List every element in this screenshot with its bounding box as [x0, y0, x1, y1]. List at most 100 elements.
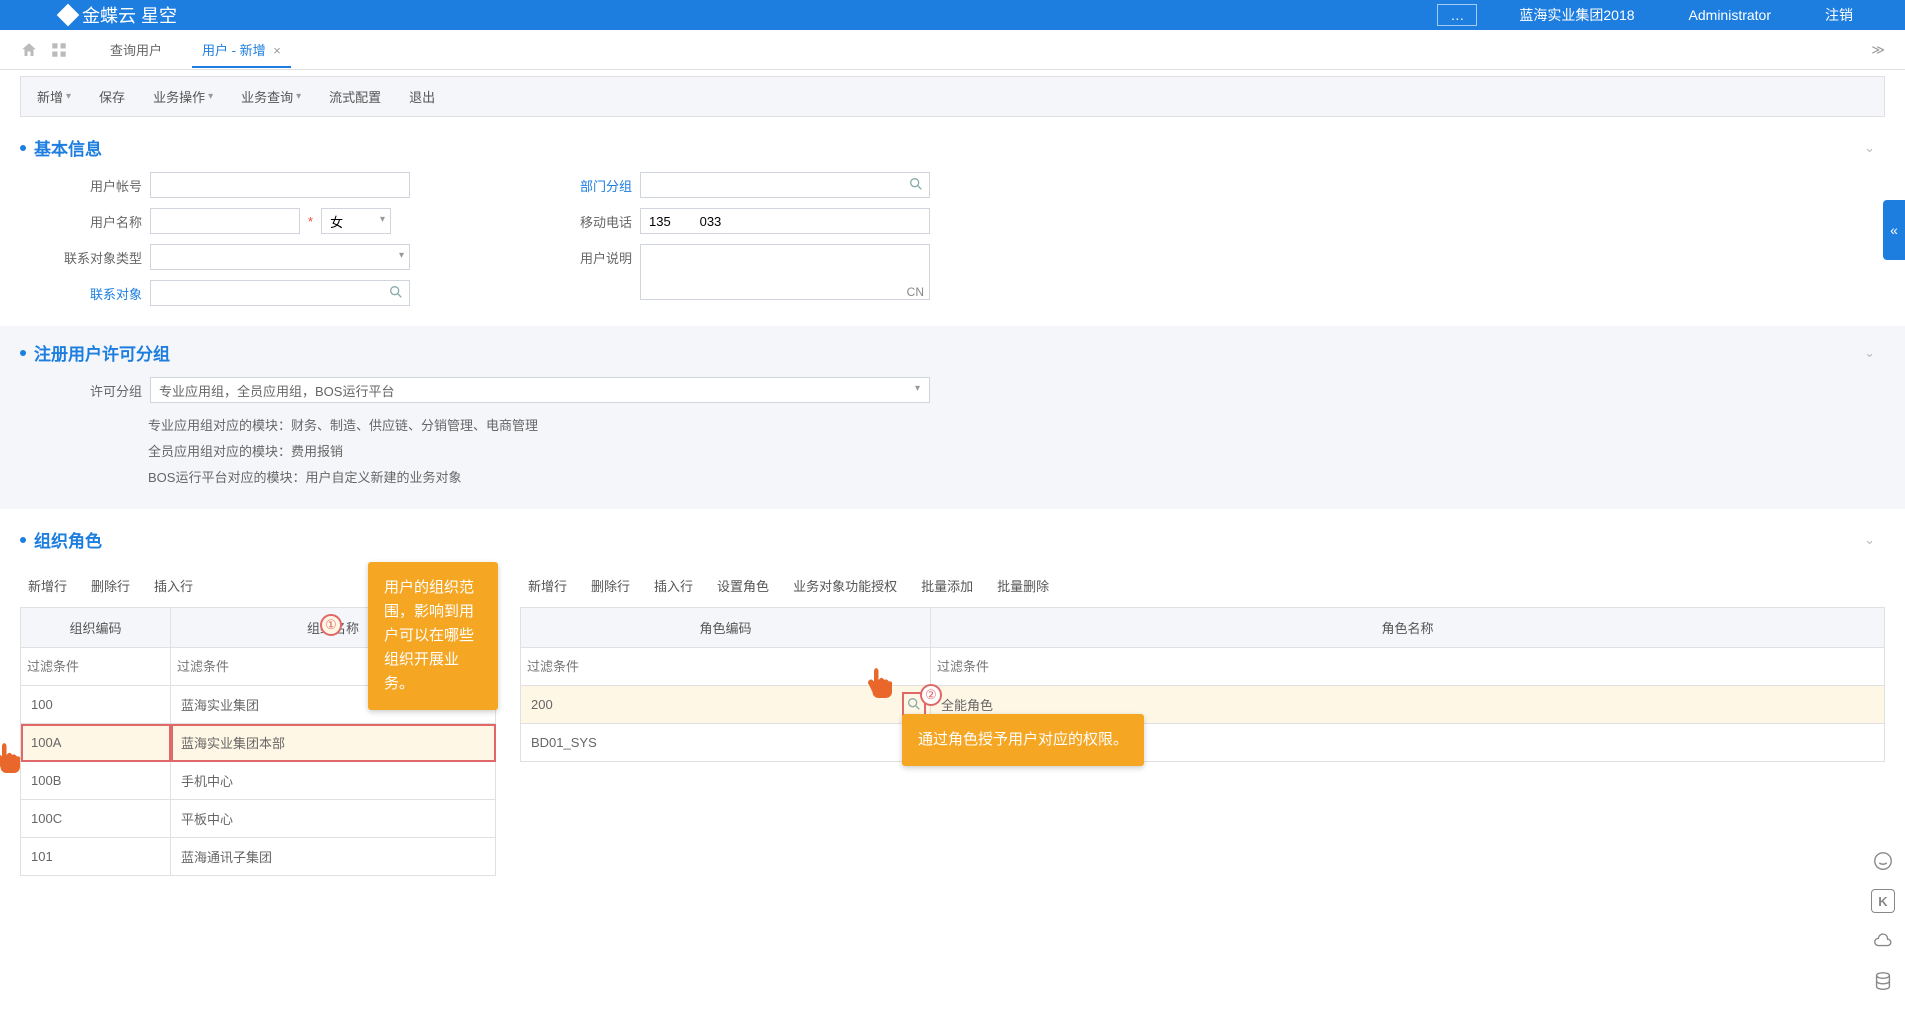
user-account-input[interactable]: [150, 172, 410, 198]
logo-icon: [57, 4, 80, 27]
tab-label: 用户 - 新增: [202, 43, 266, 58]
callout-num-1: ①: [320, 614, 342, 636]
add-button[interactable]: 新增▾: [37, 87, 71, 106]
table-row[interactable]: 101 蓝海通讯子集团: [21, 838, 496, 876]
search-icon[interactable]: [908, 176, 924, 192]
chevron-down-icon: ▾: [208, 91, 213, 102]
save-button[interactable]: 保存: [99, 87, 125, 106]
license-group-select[interactable]: [150, 377, 930, 403]
bullet-icon: [20, 145, 26, 151]
del-row-button[interactable]: 删除行: [91, 576, 130, 595]
hint-text: 全员应用组对应的模块：费用报销: [148, 439, 1885, 465]
banner-box-item[interactable]: …: [1437, 4, 1477, 26]
biz-auth-button[interactable]: 业务对象功能授权: [793, 576, 897, 595]
contact-obj-link[interactable]: 联系对象: [60, 284, 142, 303]
apps-icon[interactable]: [50, 41, 68, 59]
mobile-input[interactable]: [640, 208, 930, 234]
collapse-icon[interactable]: ⌄: [1864, 345, 1875, 361]
user-menu[interactable]: Administrator: [1677, 5, 1783, 25]
biz-op-button[interactable]: 业务操作▾: [153, 87, 213, 106]
org-selector[interactable]: 蓝海实业集团2018: [1507, 3, 1646, 27]
logo-area: 金蝶云 星空: [60, 2, 177, 28]
tab-user-add[interactable]: 用户 - 新增 ×: [184, 32, 299, 67]
required-mark: *: [308, 214, 313, 229]
table-row[interactable]: BD01_SYS administrator: [521, 724, 1885, 762]
bullet-icon: [20, 350, 26, 356]
side-icon-bar: K: [1871, 849, 1895, 993]
home-icon[interactable]: [20, 41, 38, 59]
add-row-button[interactable]: 新增行: [28, 576, 67, 595]
db-icon[interactable]: [1871, 969, 1895, 993]
k-icon[interactable]: K: [1871, 889, 1895, 913]
section-title: 注册用户许可分组: [34, 340, 170, 365]
table-row[interactable]: 100A 蓝海实业集团本部: [21, 724, 496, 762]
license-section: 注册用户许可分组 ⌄ 许可分组 ▾ 专业应用组对应的模块：财务、制造、供应链、分…: [0, 326, 1905, 509]
license-hints: 专业应用组对应的模块：财务、制造、供应链、分销管理、电商管理 全员应用组对应的模…: [148, 413, 1885, 491]
section-basic-info[interactable]: 基本信息 ⌄: [20, 135, 1885, 160]
table-row[interactable]: 100C 平板中心: [21, 800, 496, 838]
bullet-icon: [20, 537, 26, 543]
dept-group-input[interactable]: [640, 172, 930, 198]
section-org-role[interactable]: 组织角色 ⌄: [20, 527, 1885, 552]
user-account-label: 用户帐号: [60, 176, 142, 195]
tab-query-user[interactable]: 查询用户: [92, 32, 180, 67]
chevron-down-icon: ▾: [380, 214, 385, 225]
insert-row-button[interactable]: 插入行: [154, 576, 193, 595]
collapse-icon[interactable]: ⌄: [1864, 532, 1875, 548]
table-row[interactable]: 200 全能角色: [521, 686, 1885, 724]
org-name-cell: 手机中心: [171, 762, 496, 800]
chevron-down-icon: ▾: [296, 91, 301, 102]
role-panel: 新增行 删除行 插入行 设置角色 业务对象功能授权 批量添加 批量删除 角色编码…: [520, 564, 1885, 876]
contact-obj-input[interactable]: [150, 280, 410, 306]
org-code-cell: 100A: [21, 724, 171, 762]
user-name-input[interactable]: [150, 208, 300, 234]
banner-right: … 蓝海实业集团2018 Administrator 注销: [1437, 3, 1865, 27]
logout-link[interactable]: 注销: [1813, 3, 1865, 27]
flow-config-button[interactable]: 流式配置: [329, 87, 381, 106]
user-desc-textarea[interactable]: [640, 244, 930, 300]
user-desc-label: 用户说明: [550, 244, 632, 267]
user-name-label: 用户名称: [60, 212, 142, 231]
col-role-code[interactable]: 角色编码: [521, 608, 931, 648]
callout-text: 用户的组织范围，影响到用户可以在哪些组织开展业务。: [384, 579, 474, 692]
pointer-icon: [0, 740, 26, 776]
top-banner: 金蝶云 星空 … 蓝海实业集团2018 Administrator 注销: [0, 0, 1905, 30]
org-code-cell: 100: [21, 686, 171, 724]
tab-bar: 查询用户 用户 - 新增 × ≫: [0, 30, 1905, 70]
del-row-button[interactable]: 删除行: [591, 576, 630, 595]
section-title: 基本信息: [34, 135, 102, 160]
set-role-button[interactable]: 设置角色: [717, 576, 769, 595]
license-group-label: 许可分组: [60, 381, 142, 400]
expand-icon[interactable]: ≫: [1871, 42, 1885, 58]
dept-group-link[interactable]: 部门分组: [550, 176, 632, 195]
biz-query-button[interactable]: 业务查询▾: [241, 87, 301, 106]
org-name-cell: 蓝海实业集团本部: [171, 724, 496, 762]
logo-text: 金蝶云 星空: [82, 2, 177, 28]
filter-role-name[interactable]: [937, 659, 1878, 674]
drawer-toggle[interactable]: «: [1883, 200, 1905, 260]
action-toolbar: 新增▾ 保存 业务操作▾ 业务查询▾ 流式配置 退出: [20, 76, 1885, 117]
table-row[interactable]: 100B 手机中心: [21, 762, 496, 800]
exit-button[interactable]: 退出: [409, 87, 435, 106]
cloud-icon[interactable]: [1871, 929, 1895, 953]
org-name-cell: 蓝海通讯子集团: [171, 838, 496, 876]
role-code-cell: BD01_SYS: [521, 724, 931, 762]
insert-row-button[interactable]: 插入行: [654, 576, 693, 595]
col-role-name[interactable]: 角色名称: [931, 608, 1885, 648]
filter-org-code[interactable]: [27, 659, 164, 674]
org-code-cell: 100B: [21, 762, 171, 800]
batch-add-button[interactable]: 批量添加: [921, 576, 973, 595]
search-icon[interactable]: [388, 284, 404, 300]
lang-badge[interactable]: CN: [907, 285, 924, 299]
collapse-icon[interactable]: ⌄: [1864, 140, 1875, 156]
batch-del-button[interactable]: 批量删除: [997, 576, 1049, 595]
col-org-code[interactable]: 组织编码: [21, 608, 171, 648]
chat-icon[interactable]: [1871, 849, 1895, 873]
callout-num-2: ②: [920, 684, 942, 706]
callout-org-scope: ① 用户的组织范围，影响到用户可以在哪些组织开展业务。: [368, 562, 498, 710]
add-row-button[interactable]: 新增行: [528, 576, 567, 595]
pointer-icon: [862, 665, 898, 701]
contact-type-select[interactable]: [150, 244, 410, 270]
close-icon[interactable]: ×: [273, 43, 281, 58]
chevron-down-icon: ▾: [915, 383, 920, 394]
